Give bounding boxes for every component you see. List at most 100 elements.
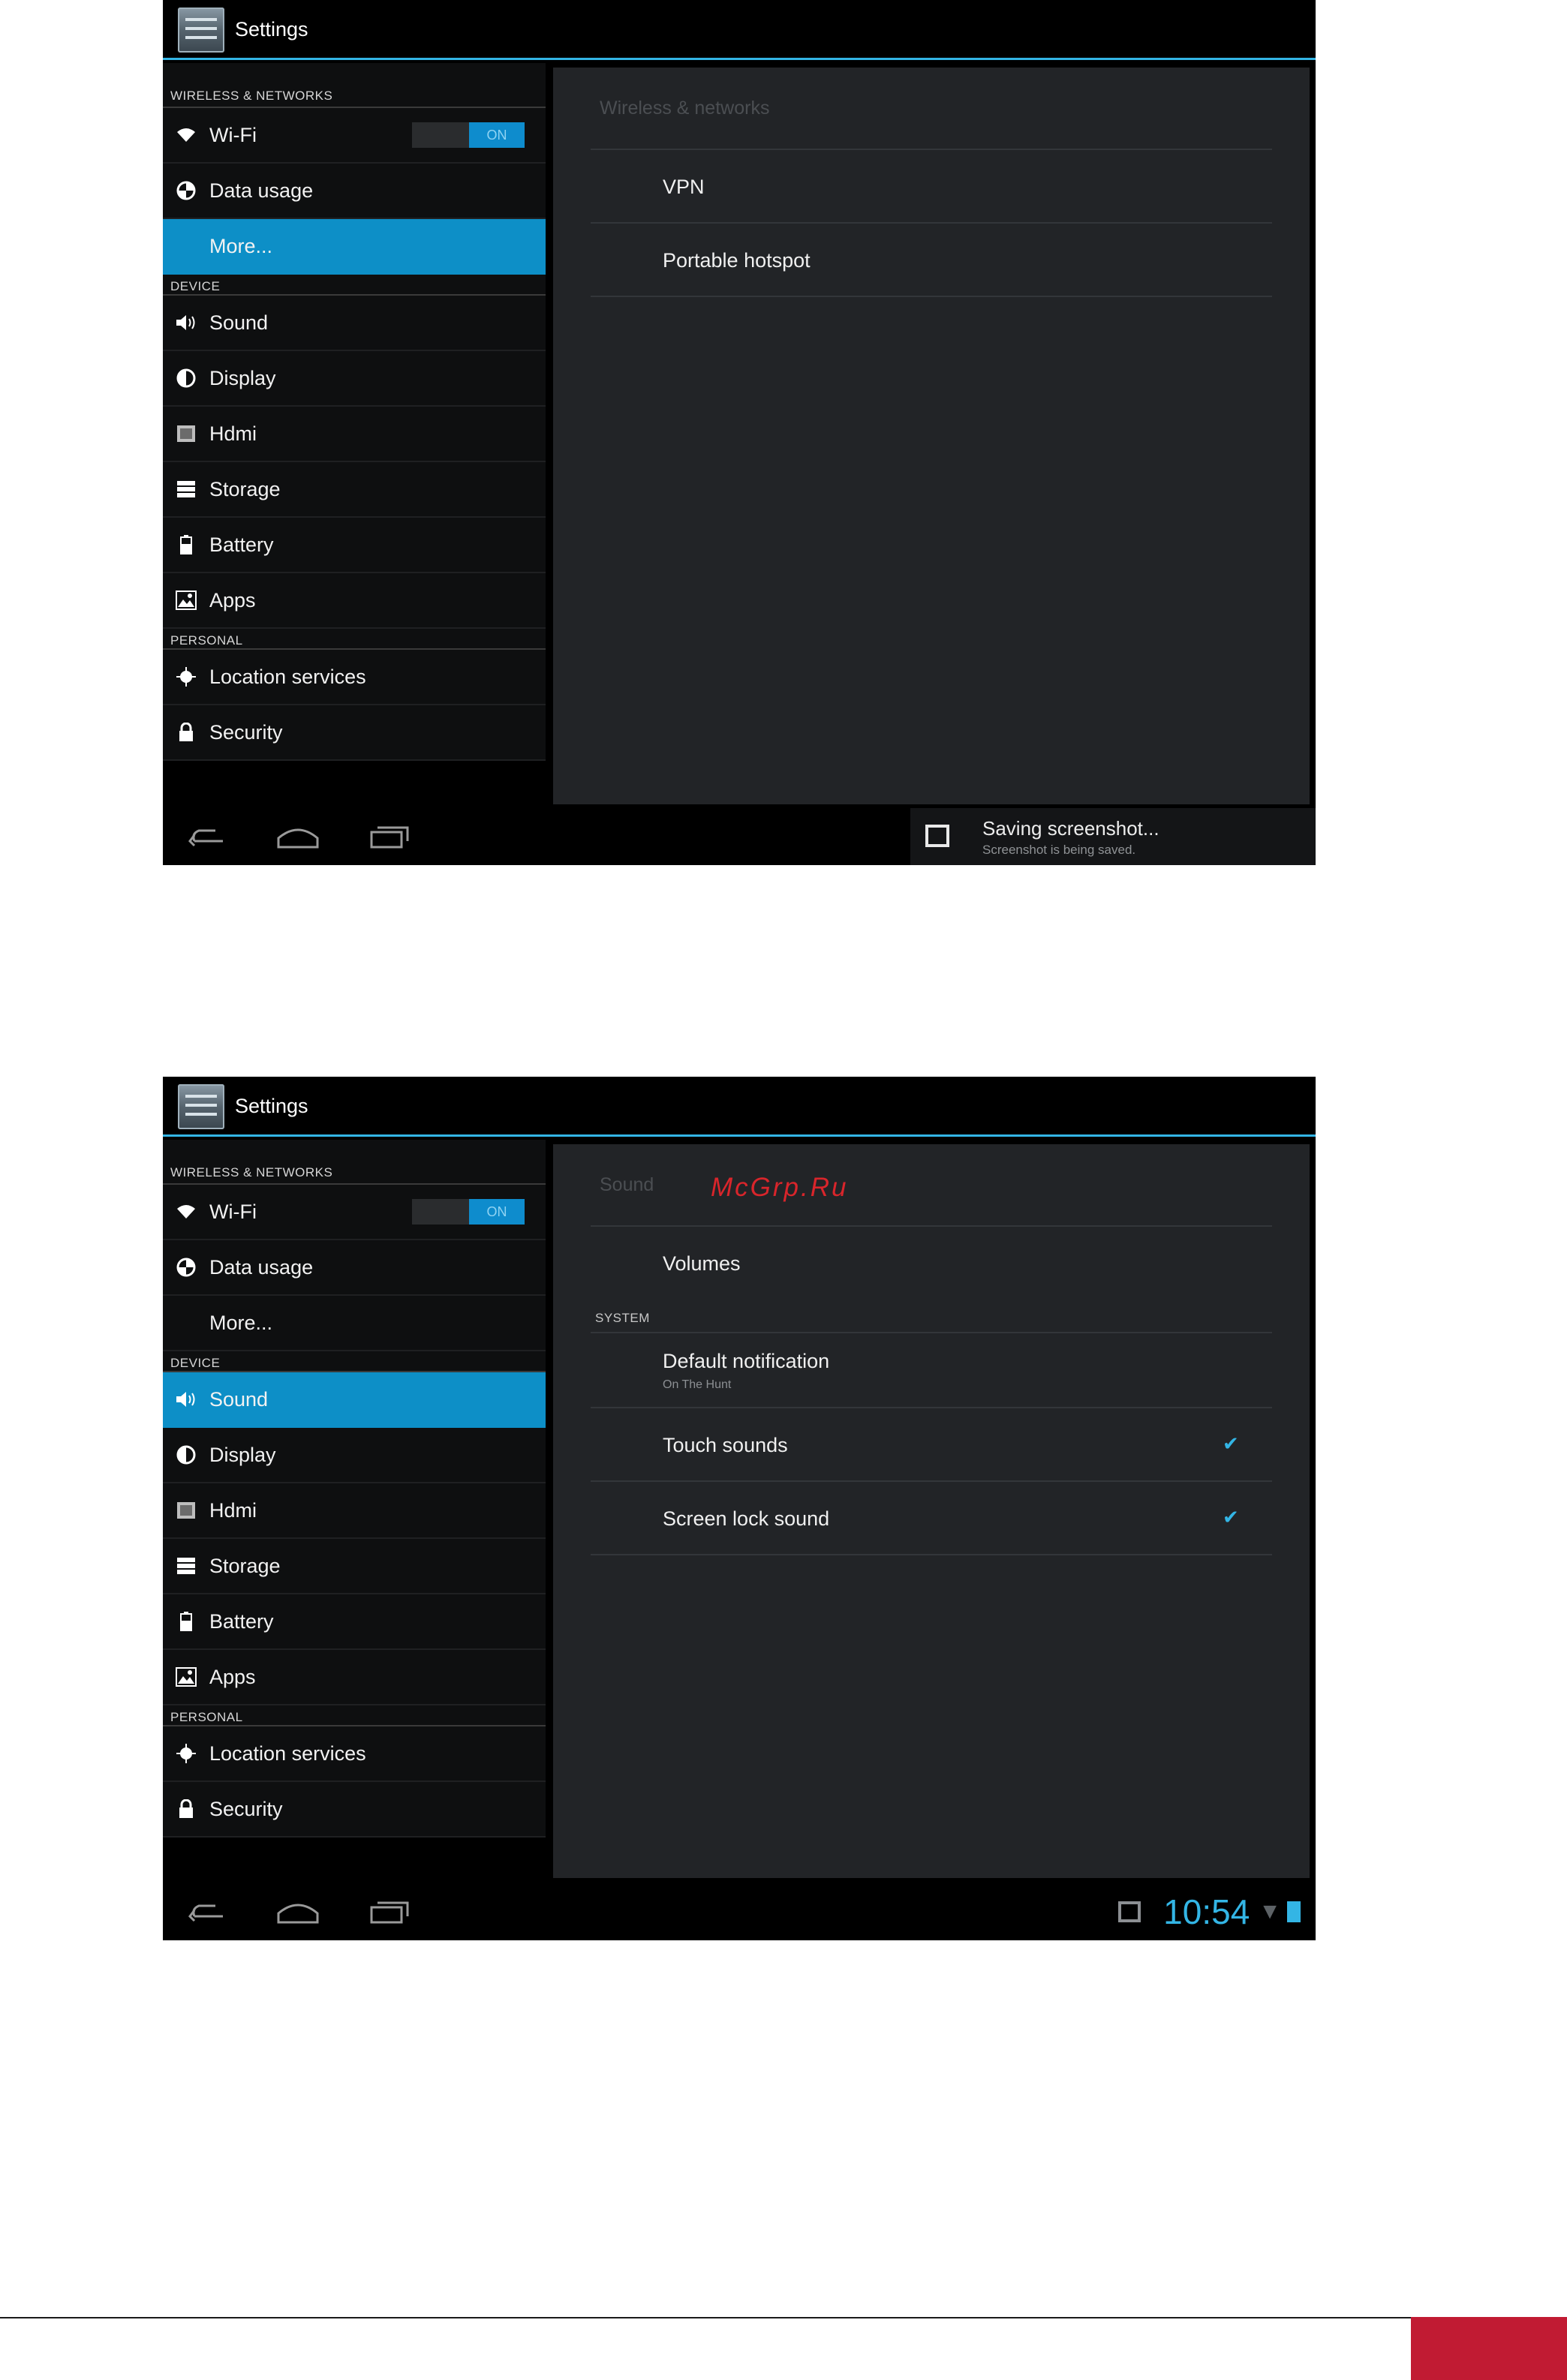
sidebar-item-label: Sound xyxy=(209,311,269,334)
list-item-screen-lock-sound[interactable]: Screen lock sound ✔ xyxy=(591,1482,1272,1555)
sidebar-item-label: Display xyxy=(209,366,276,389)
sidebar-item-label: Data usage xyxy=(209,179,314,202)
sidebar-item-label: More... xyxy=(209,1311,273,1334)
hdmi-icon xyxy=(175,422,197,445)
sidebar-item-wifi[interactable]: Wi-Fi ON xyxy=(163,108,546,164)
image-icon xyxy=(925,825,949,847)
toggle-on-label: ON xyxy=(469,122,525,148)
display-brightness-icon xyxy=(175,1444,197,1466)
recent-apps-icon[interactable] xyxy=(367,819,412,853)
footer-page-tab xyxy=(1411,2317,1567,2380)
detail-panel: Sound McGrp.Ru Volumes SYSTEM Default no… xyxy=(553,1144,1310,1878)
sidebar-item-sound[interactable]: Sound xyxy=(163,296,546,351)
display-brightness-icon xyxy=(175,367,197,389)
data-usage-icon xyxy=(175,1256,197,1279)
sidebar-item-security[interactable]: Security xyxy=(163,1782,546,1838)
action-bar: Settings xyxy=(163,1077,1316,1137)
screenshot-notification[interactable]: Saving screenshot... Screenshot is being… xyxy=(910,808,1316,865)
sidebar-item-apps[interactable]: Apps xyxy=(163,1650,546,1705)
sidebar-item-label: Location services xyxy=(209,1741,366,1765)
home-icon[interactable] xyxy=(275,819,320,853)
list-item-label: VPN xyxy=(663,176,705,198)
list-item-touch-sounds[interactable]: Touch sounds ✔ xyxy=(591,1408,1272,1482)
list-item-summary: On The Hunt xyxy=(663,1378,732,1391)
section-header-wireless: WIRELESS & NETWORKS xyxy=(163,63,546,108)
location-icon xyxy=(175,666,197,688)
watermark: McGrp.Ru xyxy=(711,1173,849,1202)
status-area[interactable]: 10:54 ▼ xyxy=(1118,1891,1301,1933)
sidebar-item-display[interactable]: Display xyxy=(163,1428,546,1483)
apps-icon xyxy=(175,1666,197,1688)
notification-subtitle: Screenshot is being saved. xyxy=(982,843,1136,857)
sidebar-item-storage[interactable]: Storage xyxy=(163,1539,546,1594)
sidebar-item-battery[interactable]: Battery xyxy=(163,1594,546,1650)
sidebar-item-hdmi[interactable]: Hdmi xyxy=(163,407,546,462)
location-icon xyxy=(175,1742,197,1765)
sidebar-item-label: Storage xyxy=(209,477,281,500)
lock-icon xyxy=(175,1798,197,1820)
sidebar-item-wifi[interactable]: Wi-Fi ON xyxy=(163,1185,546,1240)
sidebar-item-display[interactable]: Display xyxy=(163,351,546,407)
section-header-system: SYSTEM xyxy=(595,1311,650,1325)
sidebar-item-apps[interactable]: Apps xyxy=(163,573,546,629)
list-item-label: Default notification xyxy=(663,1350,830,1372)
sidebar-item-data-usage[interactable]: Data usage xyxy=(163,1240,546,1296)
sidebar-item-data-usage[interactable]: Data usage xyxy=(163,164,546,219)
footer-rule xyxy=(0,2317,1411,2318)
recent-apps-icon[interactable] xyxy=(367,1894,412,1928)
sidebar-item-location[interactable]: Location services xyxy=(163,1726,546,1782)
lock-icon xyxy=(175,721,197,744)
sidebar-item-location[interactable]: Location services xyxy=(163,650,546,705)
sidebar-item-battery[interactable]: Battery xyxy=(163,518,546,573)
toggle-on-label: ON xyxy=(469,1199,525,1225)
data-usage-icon xyxy=(175,179,197,202)
back-icon[interactable] xyxy=(185,819,230,853)
sidebar-item-more[interactable]: More... xyxy=(163,219,546,275)
section-header-personal: PERSONAL xyxy=(163,629,546,650)
sidebar-item-more[interactable]: More... xyxy=(163,1296,546,1351)
sidebar-item-storage[interactable]: Storage xyxy=(163,462,546,518)
wifi-toggle[interactable]: ON xyxy=(412,1199,525,1225)
battery-icon xyxy=(175,533,197,556)
list-item-vpn[interactable]: VPN xyxy=(591,150,1272,224)
settings-app-icon[interactable] xyxy=(178,1084,224,1129)
sidebar-item-label: Hdmi xyxy=(209,1498,257,1522)
back-icon[interactable] xyxy=(185,1894,230,1928)
home-icon[interactable] xyxy=(275,1894,320,1928)
apps-icon xyxy=(175,589,197,612)
settings-app-icon[interactable] xyxy=(178,8,224,53)
list-item-portable-hotspot[interactable]: Portable hotspot xyxy=(591,224,1272,297)
section-header-device: DEVICE xyxy=(163,275,546,296)
list-item-label: Volumes xyxy=(663,1252,741,1275)
hdmi-icon xyxy=(175,1499,197,1522)
sidebar-item-label: Apps xyxy=(209,1665,256,1688)
app-title: Settings xyxy=(235,1095,308,1117)
screenshot-settings-sound: Settings WIRELESS & NETWORKS Wi-Fi ON Da… xyxy=(163,1077,1316,1940)
list-item-label: Screen lock sound xyxy=(663,1507,830,1530)
sidebar-item-security[interactable]: Security xyxy=(163,705,546,761)
clock: 10:54 xyxy=(1163,1892,1250,1931)
touch-sounds-checkbox[interactable]: ✔ xyxy=(1223,1434,1242,1453)
sidebar-item-hdmi[interactable]: Hdmi xyxy=(163,1483,546,1539)
settings-sidebar: WIRELESS & NETWORKS Wi-Fi ON Data usage … xyxy=(163,63,546,761)
app-title: Settings xyxy=(235,18,308,41)
battery-icon xyxy=(175,1610,197,1633)
wifi-toggle[interactable]: ON xyxy=(412,122,525,148)
system-nav-bar: 10:54 ▼ xyxy=(163,1882,1316,1940)
storage-icon xyxy=(175,478,197,500)
list-item-default-notification[interactable]: Default notification On The Hunt xyxy=(591,1333,1272,1408)
notification-title: Saving screenshot... xyxy=(982,817,1159,840)
screenshot-notification-icon xyxy=(1118,1901,1141,1922)
screenshot-settings-more: Settings WIRELESS & NETWORKS Wi-Fi ON Da… xyxy=(163,0,1316,865)
speaker-icon xyxy=(175,311,197,334)
settings-sidebar: WIRELESS & NETWORKS Wi-Fi ON Data usage … xyxy=(163,1140,546,1838)
panel-title: Wireless & networks xyxy=(600,98,770,119)
sidebar-item-label: Display xyxy=(209,1443,276,1466)
screen-lock-sound-checkbox[interactable]: ✔ xyxy=(1223,1507,1242,1527)
section-header-device: DEVICE xyxy=(163,1351,546,1372)
sidebar-item-label: Storage xyxy=(209,1554,281,1577)
battery-status-icon xyxy=(1287,1901,1301,1922)
sidebar-item-label: Battery xyxy=(209,1609,274,1633)
sidebar-item-sound[interactable]: Sound xyxy=(163,1372,546,1428)
list-item-volumes[interactable]: Volumes xyxy=(591,1227,1272,1300)
